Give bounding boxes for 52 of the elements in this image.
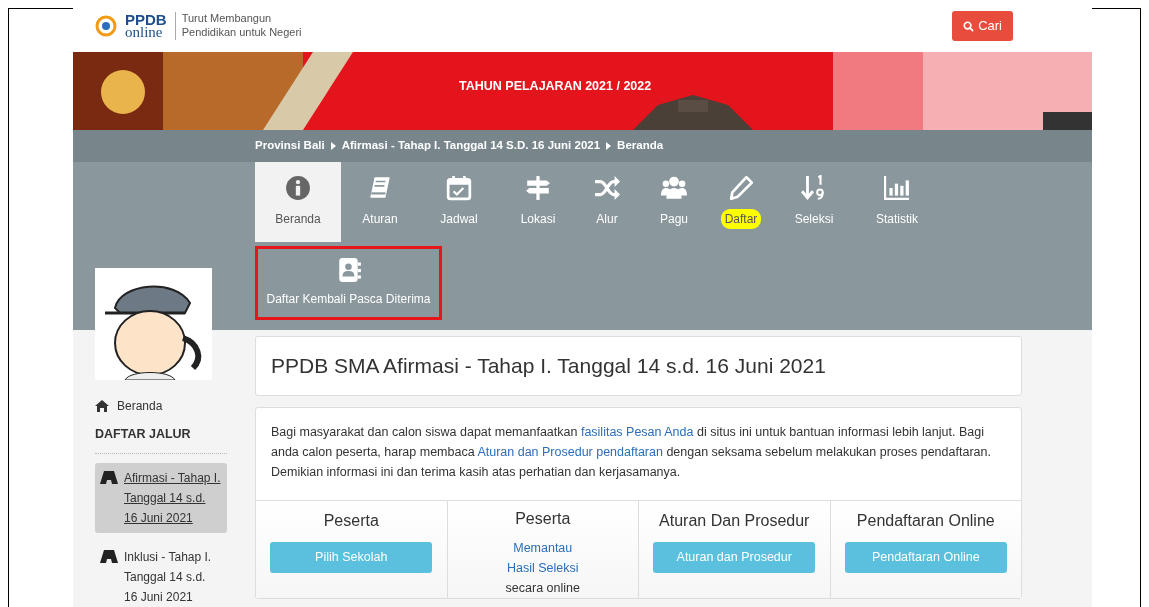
nav-tab[interactable]: Statistik [857, 162, 937, 242]
pencil-icon [728, 175, 754, 201]
users-icon [661, 175, 687, 201]
panel-link[interactable]: Memantau [513, 541, 573, 555]
page-title: PPDB SMA Afirmasi - Tahap I. Tanggal 14 s.d. 16 Juni 2021 [271, 353, 826, 379]
tagline: Pendidikan untuk Negeri [181, 26, 302, 40]
info-link[interactable]: fasilitas Pesan Anda [580, 425, 694, 439]
nav-tab[interactable]: Daftar [711, 162, 771, 242]
nav-tab[interactable]: Beranda [255, 162, 341, 242]
action-button[interactable]: Pendaftaran Online [844, 542, 1007, 573]
search-icon [963, 20, 975, 32]
panel-title: Aturan Dan Prosedur [658, 511, 811, 531]
nav-tab[interactable]: Pagu [637, 162, 711, 242]
banner-title: TAHUN PELAJARAN 2021 / 2022 [459, 78, 652, 95]
info-icon [285, 175, 311, 201]
calendar-icon [446, 175, 472, 201]
nav-tab[interactable]: Lokasi [499, 162, 577, 242]
search-button[interactable]: Cari [952, 11, 1013, 41]
sidebar-item[interactable]: Afirmasi - Tahap I. Tanggal 14 s.d. 16 Juni 2021 [95, 462, 227, 533]
panel-title: Pendaftaran Online [855, 511, 996, 531]
breadcrumb-item[interactable]: Provinsi Bali [255, 137, 325, 155]
sort-icon [801, 175, 827, 201]
info-link[interactable]: Aturan dan Prosedur pendaftaran [477, 445, 663, 459]
panel-title: Peserta [322, 511, 380, 531]
road-icon [100, 549, 118, 563]
nav-tab[interactable]: Seleksi [771, 162, 857, 242]
nav-tab[interactable]: Jadwal [419, 162, 499, 242]
action-button[interactable]: Aturan dan Prosedur [653, 542, 816, 573]
road-icon [100, 470, 118, 484]
panel-title: Peserta [514, 509, 572, 529]
signpost-icon [525, 175, 551, 201]
logo-text: online [125, 26, 163, 40]
bar-chart-icon [884, 175, 910, 201]
sidebar-item[interactable]: Inklusi - Tahap I. Tanggal 14 s.d. 16 Juni 2021 [95, 541, 227, 607]
logo-icon [95, 15, 117, 37]
action-button[interactable]: Pilih Sekolah [270, 542, 433, 573]
nav-tab[interactable]: Daftar Kembali Pasca Diterima [255, 246, 442, 320]
panel-note: secara online [504, 580, 581, 597]
tagline: Turut Membangun [181, 12, 273, 26]
home-link[interactable]: Beranda [117, 397, 163, 415]
breadcrumb-item[interactable]: Afirmasi - Tahap I. Tanggal 14 S.D. 16 Juni 2021 [341, 137, 601, 155]
panel-link[interactable]: Hasil Seleksi [506, 561, 579, 575]
caret-icon [330, 142, 336, 150]
nav-tab[interactable]: Alur [577, 162, 637, 242]
shuffle-icon [594, 175, 620, 201]
logo-text: PPDB [125, 12, 167, 26]
home-icon [95, 400, 109, 412]
book-icon [367, 175, 393, 201]
breadcrumb-item[interactable]: Beranda [617, 137, 664, 155]
nav-tab[interactable]: Aturan [341, 162, 419, 242]
caret-icon [606, 142, 612, 150]
sidebar-heading: DAFTAR JALUR [95, 425, 227, 454]
